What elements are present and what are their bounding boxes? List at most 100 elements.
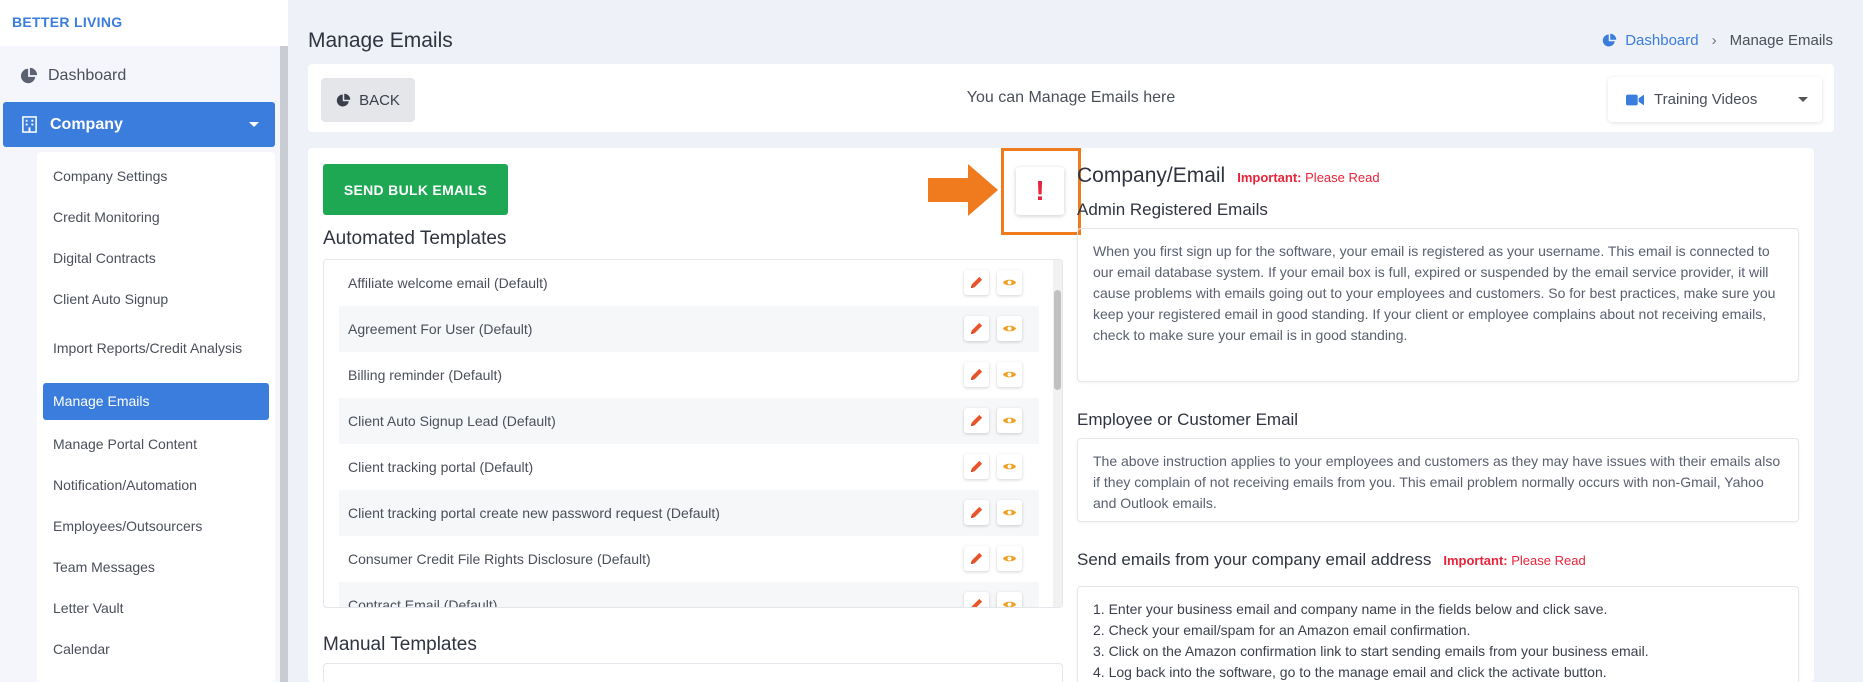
pie-chart-icon xyxy=(20,67,38,84)
back-button[interactable]: BACK xyxy=(321,78,415,122)
template-name: Affiliate welcome email (Default) xyxy=(348,275,548,291)
sidebar-subitem-notification-automation[interactable]: Notification/Automation xyxy=(43,471,269,499)
breadcrumb: Dashboard › Manage Emails xyxy=(1602,32,1833,49)
edit-button[interactable] xyxy=(964,454,989,479)
edit-button[interactable] xyxy=(964,270,989,295)
list-item: Affiliate welcome email (Default) xyxy=(339,260,1039,306)
sidebar-scrollbar[interactable] xyxy=(280,46,288,682)
section-title: Company/Email xyxy=(1077,164,1226,187)
sidebar-subitem-calendar[interactable]: Calendar xyxy=(43,635,269,663)
scrollbar-thumb[interactable] xyxy=(1054,290,1061,390)
templates-scrollbar[interactable] xyxy=(1053,260,1062,607)
training-videos-dropdown[interactable]: Training Videos xyxy=(1608,77,1822,122)
manual-templates-list xyxy=(323,663,1063,682)
admin-info-text: When you first sign up for the software,… xyxy=(1093,243,1776,343)
important-label: Important: xyxy=(1237,170,1302,185)
eye-icon xyxy=(1002,555,1017,562)
caret-down-icon xyxy=(1798,97,1808,102)
list-item: Contract Email (Default) xyxy=(339,582,1039,607)
important-text: Please Read xyxy=(1511,553,1586,568)
view-button[interactable] xyxy=(997,592,1022,607)
brand-logo[interactable]: BETTER LIVING xyxy=(0,0,288,46)
edit-button[interactable] xyxy=(964,500,989,525)
template-name: Client tracking portal (Default) xyxy=(348,459,534,475)
company-email-heading: Company/Email Important: Please Read xyxy=(1077,164,1380,188)
pencil-icon xyxy=(970,414,983,427)
sidebar-subitem-import-reports[interactable]: Import Reports/Credit Analysis xyxy=(43,326,269,370)
edit-button[interactable] xyxy=(964,546,989,571)
template-name: Client Auto Signup Lead (Default) xyxy=(348,413,556,429)
important-text: Please Read xyxy=(1305,170,1380,185)
manage-emails-card: SEND BULK EMAILS Automated Templates ! A… xyxy=(308,148,1814,682)
breadcrumb-dashboard-link[interactable]: Dashboard xyxy=(1625,32,1698,49)
step-item: 2. Check your email/spam for an Amazon e… xyxy=(1093,622,1471,638)
sidebar-subitem-team-messages[interactable]: Team Messages xyxy=(43,553,269,581)
sidebar-item-label: Dashboard xyxy=(48,67,127,84)
view-button[interactable] xyxy=(997,362,1022,387)
exclamation-alert-button[interactable]: ! xyxy=(1016,167,1064,215)
send-bulk-emails-button[interactable]: SEND BULK EMAILS xyxy=(323,164,508,215)
pie-chart-icon xyxy=(1603,33,1617,47)
breadcrumb-current: Manage Emails xyxy=(1729,32,1833,49)
view-button[interactable] xyxy=(997,408,1022,433)
view-button[interactable] xyxy=(997,500,1022,525)
edit-button[interactable] xyxy=(964,362,989,387)
list-item: Agreement For User (Default) xyxy=(339,306,1039,352)
sidebar-subitem-credit-monitoring[interactable]: Credit Monitoring xyxy=(43,203,269,231)
pencil-icon xyxy=(970,322,983,335)
pie-chart-icon xyxy=(336,93,351,106)
sidebar-subitem-manage-emails[interactable]: Manage Emails xyxy=(43,383,269,420)
pencil-icon xyxy=(970,552,983,565)
sidebar-item-company[interactable]: Company xyxy=(3,102,275,147)
view-button[interactable] xyxy=(997,454,1022,479)
list-item: Billing reminder (Default) xyxy=(339,352,1039,398)
template-name: Agreement For User (Default) xyxy=(348,321,533,337)
eye-icon xyxy=(1002,325,1017,332)
important-note[interactable]: Important: Please Read xyxy=(1237,170,1379,185)
sidebar-subitem-letter-vault[interactable]: Letter Vault xyxy=(43,594,269,622)
sidebar-subitem-client-auto-signup[interactable]: Client Auto Signup xyxy=(43,285,269,313)
view-button[interactable] xyxy=(997,316,1022,341)
sidebar-subitem-company-settings[interactable]: Company Settings xyxy=(43,162,269,190)
sidebar-subitem-manage-portal-content[interactable]: Manage Portal Content xyxy=(43,430,269,458)
important-note[interactable]: Important: Please Read xyxy=(1443,553,1585,568)
view-button[interactable] xyxy=(997,270,1022,295)
eye-icon xyxy=(1002,417,1017,424)
eye-icon xyxy=(1002,601,1017,607)
edit-button[interactable] xyxy=(964,592,989,607)
eye-icon xyxy=(1002,509,1017,516)
edit-button[interactable] xyxy=(964,316,989,341)
eye-icon xyxy=(1002,463,1017,470)
sidebar-item-label: Company xyxy=(50,115,123,133)
list-item: Client tracking portal (Default) xyxy=(339,444,1039,490)
top-action-bar: BACK You can Manage Emails here Training… xyxy=(308,64,1834,132)
section-title: Send emails from your company email addr… xyxy=(1077,550,1432,569)
step-item: 3. Click on the Amazon confirmation link… xyxy=(1093,643,1649,659)
page-title: Manage Emails xyxy=(308,29,453,52)
step-item: 4. Log back into the software, go to the… xyxy=(1093,664,1607,680)
edit-button[interactable] xyxy=(964,408,989,433)
pencil-icon xyxy=(970,506,983,519)
sidebar-subitem-digital-contracts[interactable]: Digital Contracts xyxy=(43,244,269,272)
arrow-right-icon xyxy=(928,164,998,216)
important-label: Important: xyxy=(1443,553,1508,568)
back-button-label: BACK xyxy=(359,91,400,109)
sidebar-item-dashboard[interactable]: Dashboard xyxy=(0,60,276,92)
employee-info-box: The above instruction applies to your em… xyxy=(1077,438,1799,522)
eye-icon xyxy=(1002,371,1017,378)
training-videos-label: Training Videos xyxy=(1654,91,1758,108)
pencil-icon xyxy=(971,598,983,607)
caret-down-icon xyxy=(249,122,259,127)
eye-icon xyxy=(1002,279,1017,286)
sidebar: BETTER LIVING Dashboard Company Company … xyxy=(0,0,288,682)
company-submenu: Company Settings Credit Monitoring Digit… xyxy=(37,152,275,682)
automated-templates-list: Affiliate welcome email (Default) Agreem… xyxy=(323,259,1063,608)
view-button[interactable] xyxy=(997,546,1022,571)
admin-registered-title: Admin Registered Emails xyxy=(1077,200,1268,219)
step-item: 1. Enter your business email and company… xyxy=(1093,601,1608,617)
pencil-icon xyxy=(970,368,983,381)
template-name: Consumer Credit File Rights Disclosure (… xyxy=(348,551,651,567)
sidebar-subitem-employees-outsourcers[interactable]: Employees/Outsourcers xyxy=(43,512,269,540)
list-item: Client tracking portal create new passwo… xyxy=(339,490,1039,536)
send-steps-box: 1. Enter your business email and company… xyxy=(1077,586,1799,682)
